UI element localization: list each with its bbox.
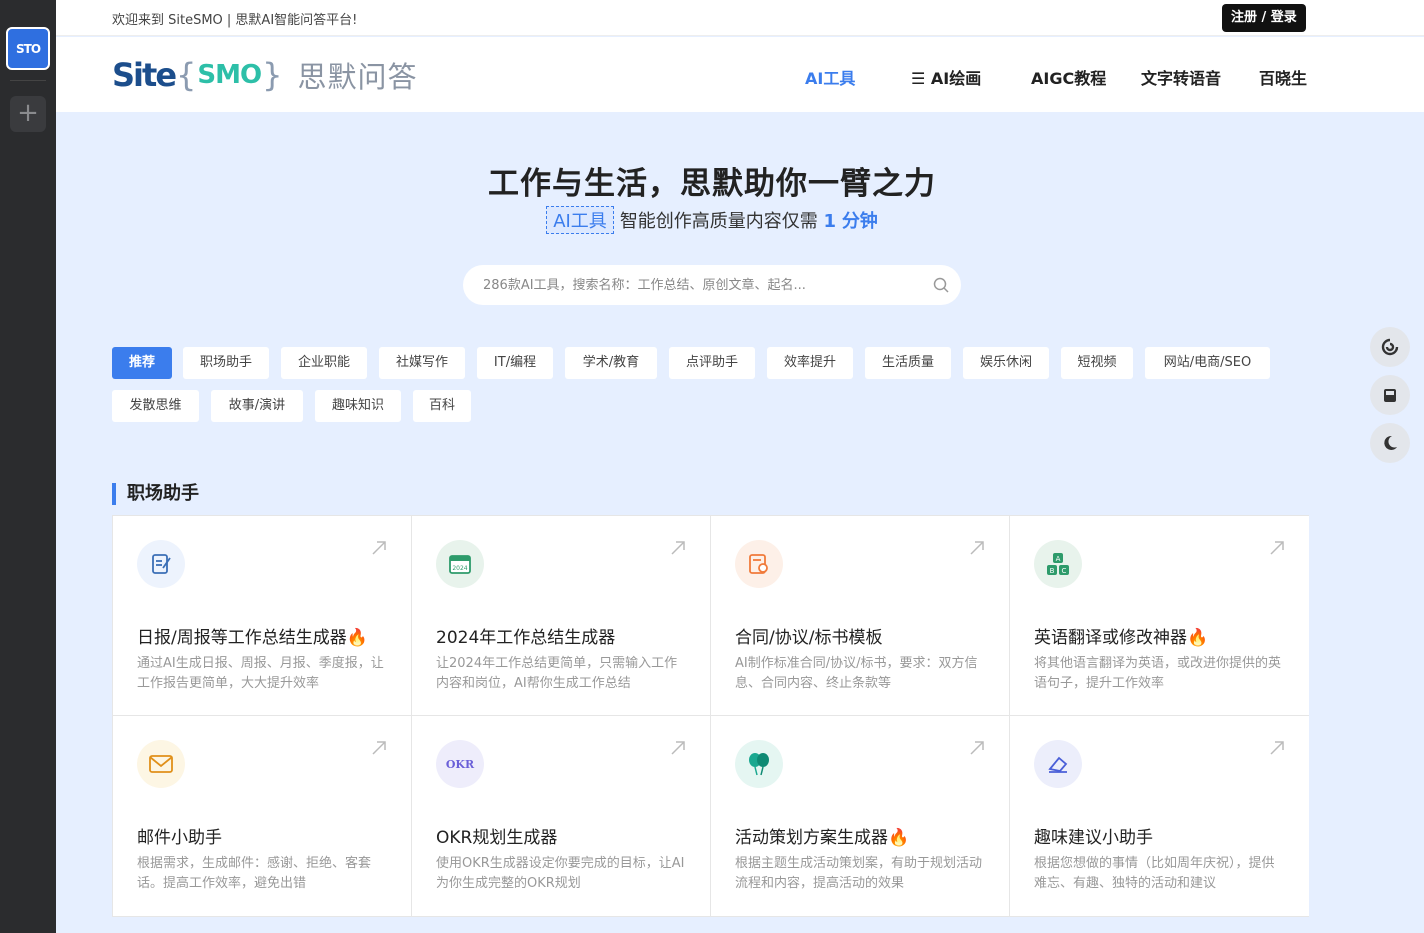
edit-doc-icon	[137, 540, 185, 588]
moon-icon	[1384, 435, 1397, 450]
tool-card-title: 合同/协议/标书模板	[735, 628, 883, 648]
hero-sub-unit: 分钟	[841, 211, 878, 232]
hero-subtitle: AI工具 智能创作高质量内容仅需 1 分钟	[56, 206, 1368, 234]
category-chip[interactable]: 娱乐休闲	[963, 347, 1049, 379]
top-bar: 欢迎来到 SiteSMO | 思默AI智能问答平台! 注册 / 登录	[56, 0, 1424, 36]
open-arrow-icon	[671, 541, 685, 555]
open-arrow-icon	[372, 541, 386, 555]
category-chip[interactable]: 网站/电商/SEO	[1145, 347, 1270, 379]
category-chip[interactable]: IT/编程	[477, 347, 553, 379]
open-arrow-icon	[1270, 541, 1284, 555]
abc-blocks-icon: ABC	[1034, 540, 1082, 588]
tool-card[interactable]: OKR OKR规划生成器 使用OKR生成器设定你要完成的目标，让AI为你生成完整…	[412, 716, 711, 916]
nav-aigc-tutorial[interactable]: AIGC教程	[1031, 65, 1106, 89]
tool-card-desc: 根据需求，生成邮件：感谢、拒绝、客套话。提高工作效率，避免出错	[137, 856, 372, 891]
tool-card[interactable]: 活动策划方案生成器🔥 根据主题生成活动策划案，有助于规划活动流程和内容，提高活动…	[711, 716, 1010, 916]
inbox-float-button[interactable]	[1370, 375, 1410, 415]
svg-text:OKR: OKR	[446, 758, 475, 771]
hero-sub-text: 智能创作高质量内容仅需	[619, 211, 818, 232]
open-arrow-icon	[671, 741, 685, 755]
nav-ai-drawing[interactable]: ☰ AI绘画	[911, 65, 981, 89]
logo-smo: SMO	[197, 60, 262, 90]
tool-card-desc: 让2024年工作总结更简单，只需输入工作内容和岗位，AI帮你生成工作总结	[436, 656, 678, 691]
svg-text:A: A	[1056, 555, 1061, 563]
logo-brace-close: }	[262, 56, 283, 94]
welcome-text: 欢迎来到 SiteSMO | 思默AI智能问答平台!	[112, 13, 358, 28]
tool-card[interactable]: 合同/协议/标书模板 AI制作标准合同/协议/标书，要求：双方信息、合同内容、终…	[711, 516, 1010, 716]
tool-card[interactable]: 趣味建议小助手 根据您想做的事情（比如周年庆祝），提供难忘、有趣、独特的活动和建…	[1010, 716, 1309, 916]
tool-card[interactable]: 日报/周报等工作总结生成器🔥 通过AI生成日报、周报、月报、季度报，让工作报告更…	[113, 516, 412, 716]
nav-ai-tools[interactable]: AI工具	[805, 65, 855, 89]
balloons-icon	[735, 740, 783, 788]
eraser-icon	[1034, 740, 1082, 788]
tool-card[interactable]: ABC 英语翻译或修改神器🔥 将其他语言翻译为英语，或改进你提供的英语句子，提升…	[1010, 516, 1309, 716]
contract-icon	[735, 540, 783, 588]
tool-card[interactable]: 2024 2024年工作总结生成器 让2024年工作总结更简单，只需输入工作内容…	[412, 516, 711, 716]
open-arrow-icon	[970, 541, 984, 555]
tool-card-desc: 通过AI生成日报、周报、月报、季度报，让工作报告更简单，大大提升效率	[137, 656, 384, 691]
calendar-2024-icon: 2024	[436, 540, 484, 588]
mail-icon	[137, 740, 185, 788]
category-chip[interactable]: 短视频	[1061, 347, 1133, 379]
nav-text-to-speech[interactable]: 文字转语音	[1141, 65, 1221, 89]
rail-divider	[10, 80, 46, 81]
category-chip[interactable]: 故事/演讲	[211, 390, 303, 422]
category-chip[interactable]: 社媒写作	[379, 347, 465, 379]
okr-icon: OKR	[436, 740, 484, 788]
open-arrow-icon	[970, 741, 984, 755]
tool-card-title: OKR规划生成器	[436, 828, 558, 848]
section-title: 职场助手	[112, 483, 199, 505]
category-chip[interactable]: 企业职能	[281, 347, 367, 379]
category-chip[interactable]: 职场助手	[183, 347, 269, 379]
category-chip[interactable]: 生活质量	[865, 347, 951, 379]
dark-mode-float-button[interactable]	[1370, 423, 1410, 463]
app-rail: STO +	[0, 0, 56, 933]
add-app-button[interactable]: +	[10, 96, 46, 132]
tool-card-title: 邮件小助手	[137, 828, 222, 848]
tool-card-desc: 将其他语言翻译为英语，或改进你提供的英语句子，提升工作效率	[1034, 656, 1282, 691]
search-box	[463, 265, 961, 305]
refresh-float-button[interactable]	[1370, 327, 1410, 367]
tool-card-desc: 根据主题生成活动策划案，有助于规划活动流程和内容，提高活动的效果	[735, 856, 983, 891]
tool-card-title: 英语翻译或修改神器🔥	[1034, 628, 1209, 648]
nav-baixiaosheng[interactable]: 百晓生	[1259, 65, 1307, 89]
svg-text:B: B	[1050, 567, 1055, 575]
search-icon[interactable]	[933, 277, 949, 293]
svg-text:2024: 2024	[452, 565, 467, 572]
inbox-icon	[1384, 389, 1396, 402]
category-chip[interactable]: 学术/教育	[565, 347, 657, 379]
category-chip[interactable]: 百科	[413, 390, 471, 422]
site-header: Site { SMO } 思默问答 AI工具 ☰ AI绘画 AIGC教程 文字转…	[56, 37, 1424, 112]
tool-card-grid: 日报/周报等工作总结生成器🔥 通过AI生成日报、周报、月报、季度报，让工作报告更…	[112, 515, 1309, 917]
tool-card-title: 2024年工作总结生成器	[436, 628, 616, 648]
logo-brace-open: {	[176, 56, 197, 94]
tool-card-desc: 根据您想做的事情（比如周年庆祝），提供难忘、有趣、独特的活动和建议	[1034, 856, 1275, 891]
hero-tag: AI工具	[546, 206, 614, 234]
category-chip[interactable]: 发散思维	[112, 390, 199, 422]
search-input[interactable]	[483, 265, 923, 305]
tool-card-title: 日报/周报等工作总结生成器🔥	[137, 628, 368, 648]
tool-card-desc: AI制作标准合同/协议/标书，要求：双方信息、合同内容、终止条款等	[735, 656, 978, 691]
logo-site: Site	[112, 56, 177, 94]
app-icon-label: STO	[15, 41, 41, 56]
site-logo[interactable]: Site { SMO } 思默问答	[112, 55, 417, 95]
tool-card-desc: 使用OKR生成器设定你要完成的目标，让AI为你生成完整的OKR规划	[436, 856, 685, 891]
category-chip[interactable]: 趣味知识	[315, 390, 401, 422]
register-login-button[interactable]: 注册 / 登录	[1222, 4, 1306, 32]
tool-card-title: 趣味建议小助手	[1034, 828, 1153, 848]
category-chip[interactable]: 效率提升	[767, 347, 853, 379]
tool-card-title: 活动策划方案生成器🔥	[735, 828, 910, 848]
category-chip[interactable]: 推荐	[112, 347, 172, 379]
hero-title: 工作与生活，思默助你一臂之力	[488, 166, 936, 202]
open-arrow-icon	[1270, 741, 1284, 755]
sitesmo-app-icon[interactable]: STO	[6, 27, 50, 70]
logo-chinese-name: 思默问答	[297, 60, 418, 94]
refresh-icon	[1381, 338, 1399, 356]
svg-text:C: C	[1062, 567, 1067, 575]
category-chip[interactable]: 点评助手	[669, 347, 755, 379]
tool-card[interactable]: 邮件小助手 根据需求，生成邮件：感谢、拒绝、客套话。提高工作效率，避免出错	[113, 716, 412, 916]
hero-sub-number: 1	[823, 211, 837, 232]
open-arrow-icon	[372, 741, 386, 755]
